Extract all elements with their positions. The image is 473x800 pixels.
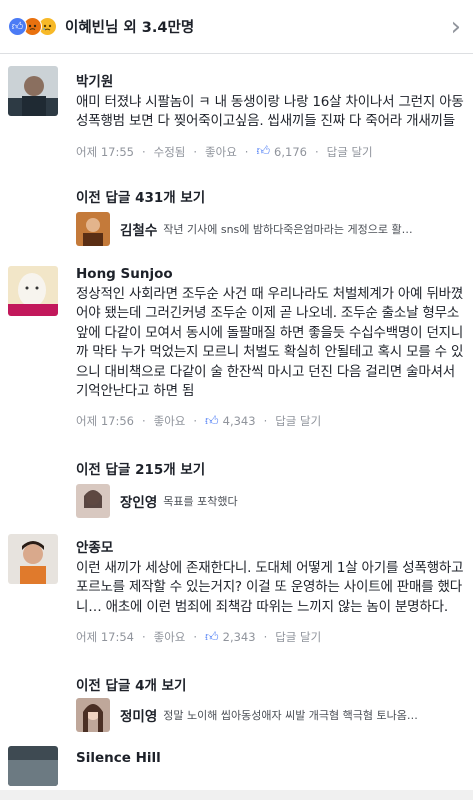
reply-text: 목표를 포착했다 <box>163 495 238 508</box>
like-button[interactable]: 좋아요 <box>205 144 237 160</box>
like-icon: 👍︎ <box>8 17 27 36</box>
reply-author[interactable]: 정미영 <box>120 705 157 725</box>
comment-meta: 어제 17:54 · 좋아요 · 👍︎ 2,343 · 답글 달기 <box>76 629 322 645</box>
avatar[interactable] <box>8 66 58 116</box>
comment-time: 어제 17:54 <box>76 630 134 645</box>
reply-preview[interactable]: 김철수 작년 기사에 sns에 밤하다죽은엄마라는 게정으로 활… <box>76 212 465 246</box>
like-button[interactable]: 좋아요 <box>154 629 186 645</box>
reply-author[interactable]: 김철수 <box>120 219 157 239</box>
comment-text: 이런 새끼가 세상에 존재한다니. 도대체 어떻게 1살 아기를 성폭행하고 포… <box>76 560 464 615</box>
bottom-edge <box>0 790 473 800</box>
reply-text: 정말 노이해 씹아동성애자 씨발 개극혐 핵극혐 토나옴… <box>163 709 418 722</box>
comment-text: 애미 터졌냐 시팔놈이 ㅋ 내 동생이랑 나랑 16살 차이나서 그런지 아동성… <box>76 94 464 130</box>
reply-button[interactable]: 답글 달기 <box>275 413 321 429</box>
comment-author[interactable]: 박기원 <box>76 70 465 90</box>
view-previous-replies[interactable]: 이전 답글 215개 보기 <box>76 458 205 478</box>
view-previous-replies[interactable]: 이전 답글 431개 보기 <box>76 186 205 206</box>
comment-text: 정상적인 사회라면 조두순 사건 때 우리나라도 처벌체계가 아예 뒤바꼈어야 … <box>76 286 464 400</box>
reply-author[interactable]: 장인영 <box>120 491 157 511</box>
reply-button[interactable]: 답글 달기 <box>275 629 321 645</box>
reaction-count: 이혜빈님 외 3.4만명 <box>65 20 195 36</box>
reply-preview[interactable]: 장인영 목표를 포착했다 <box>76 484 465 518</box>
comment-time: 어제 17:56 <box>76 414 134 429</box>
comment-meta: 어제 17:55 · 수정됨 · 좋아요 · 👍︎ 6,176 · 답글 달기 <box>76 144 373 160</box>
comment-author[interactable]: Hong Sunjoo <box>76 266 465 282</box>
like-button[interactable]: 좋아요 <box>154 413 186 429</box>
reactions-header[interactable]: 👍︎ 이혜빈님 외 3.4만명 › <box>0 0 473 54</box>
reply-preview[interactable]: 정미영 정말 노이해 씹아동성애자 씨발 개극혐 핵극혐 토나옴… <box>76 698 465 732</box>
comment-time: 어제 17:55 <box>76 144 134 159</box>
thumbs-up-icon: 👍︎ <box>205 413 219 429</box>
avatar[interactable] <box>76 484 110 518</box>
thumbs-up-icon: 👍︎ <box>205 629 219 645</box>
comment-author[interactable]: Silence Hill <box>76 750 465 766</box>
reply-button[interactable]: 답글 달기 <box>327 144 373 160</box>
like-count[interactable]: 👍︎ 4,343 <box>205 414 256 429</box>
avatar[interactable] <box>8 746 58 786</box>
comment-author[interactable]: 안종모 <box>76 536 465 556</box>
comment-meta: 어제 17:56 · 좋아요 · 👍︎ 4,343 · 답글 달기 <box>76 413 322 429</box>
edited-label[interactable]: 수정됨 <box>154 144 186 160</box>
reply-text: 작년 기사에 sns에 밤하다죽은엄마라는 게정으로 활… <box>163 223 413 236</box>
avatar[interactable] <box>76 698 110 732</box>
chevron-right-icon[interactable]: › <box>451 12 461 42</box>
avatar[interactable] <box>8 266 58 316</box>
reaction-icons: 👍︎ <box>8 17 57 36</box>
like-count[interactable]: 👍︎ 2,343 <box>205 630 256 645</box>
like-count[interactable]: 👍︎ 6,176 <box>256 144 307 159</box>
thumbs-up-icon: 👍︎ <box>256 144 271 160</box>
avatar[interactable] <box>8 534 58 584</box>
view-previous-replies[interactable]: 이전 답글 4개 보기 <box>76 674 186 694</box>
avatar[interactable] <box>76 212 110 246</box>
